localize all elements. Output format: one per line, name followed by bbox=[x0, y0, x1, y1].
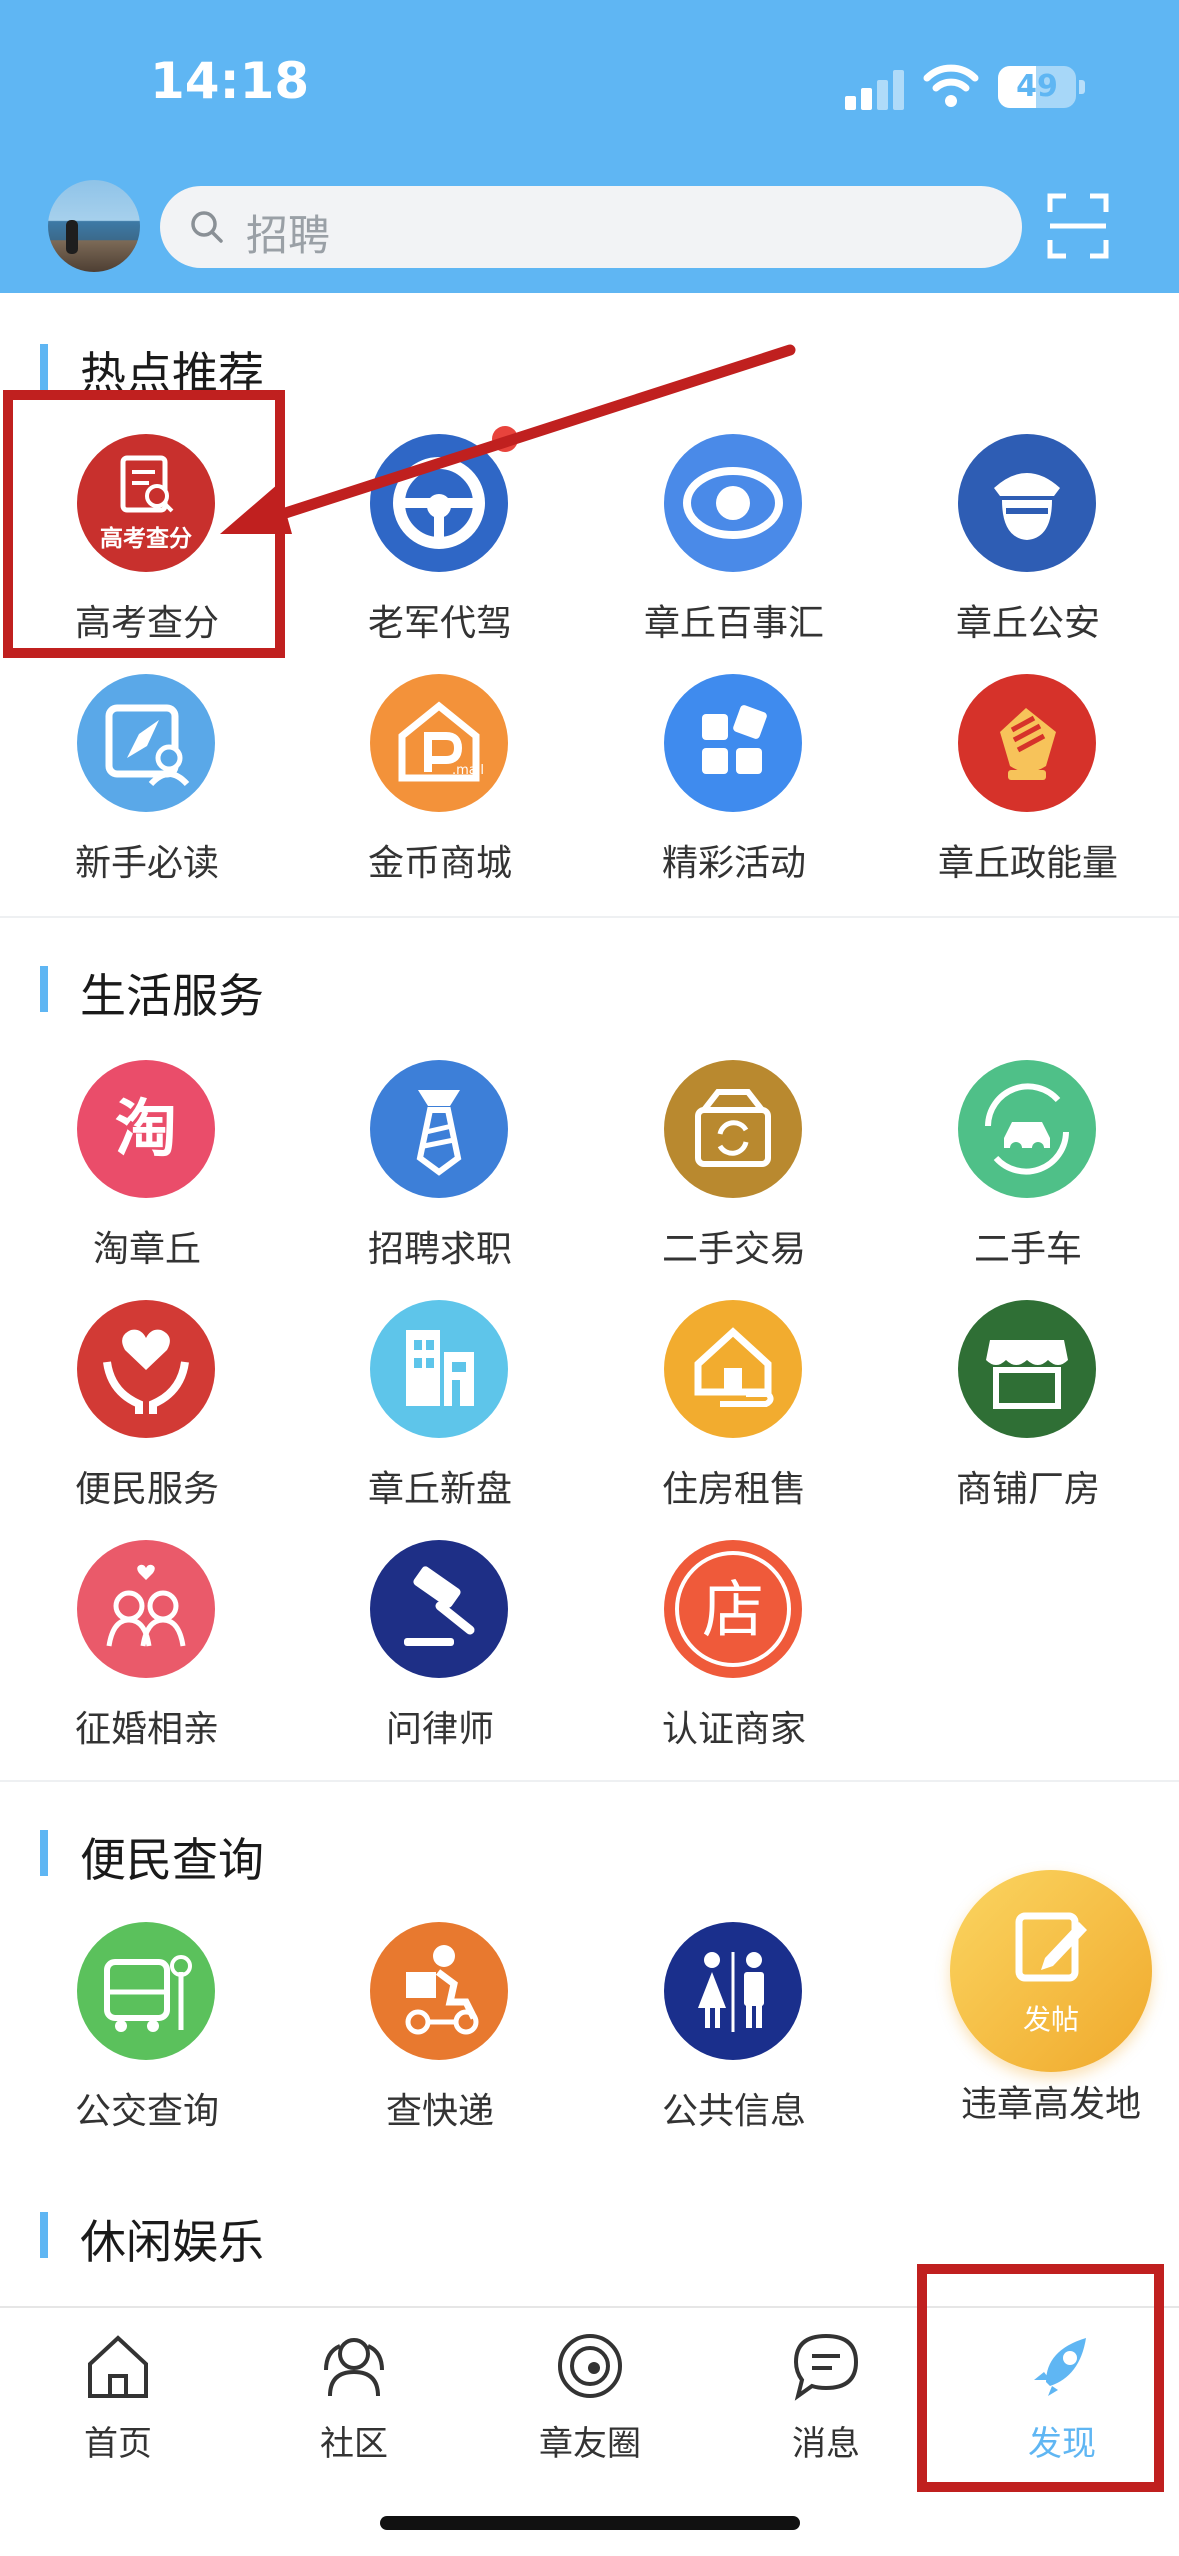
tile-public-info[interactable]: 公共信息 bbox=[614, 1922, 854, 2137]
tile-label: 二手车 bbox=[973, 1229, 1082, 1270]
search-placeholder: 招聘 bbox=[246, 211, 331, 260]
home-icon bbox=[88, 2335, 148, 2398]
tile-convenience[interactable]: 便民服务 bbox=[27, 1300, 267, 1515]
police-icon bbox=[958, 434, 1096, 572]
tile-driver-service[interactable]: 老军代驾 bbox=[320, 434, 560, 649]
tile-label: 认证商家 bbox=[661, 1709, 806, 1750]
couple-icon bbox=[77, 1540, 215, 1678]
tao-icon: 淘 bbox=[77, 1060, 215, 1198]
tile-label: 二手交易 bbox=[661, 1229, 806, 1270]
tile-express[interactable]: 查快递 bbox=[320, 1922, 560, 2137]
highlight-box bbox=[3, 390, 285, 658]
house-hand-icon bbox=[664, 1300, 802, 1438]
status-time: 14:18 bbox=[150, 52, 310, 110]
battery-level: 49 bbox=[1016, 69, 1058, 104]
tile-label: 招聘求职 bbox=[367, 1229, 512, 1270]
tile-housing[interactable]: 住房租售 bbox=[614, 1300, 854, 1515]
tile-label: 住房租售 bbox=[661, 1469, 806, 1510]
tile-label: 公共信息 bbox=[661, 2091, 806, 2132]
tile-matchmaking[interactable]: 征婚相亲 bbox=[27, 1540, 267, 1755]
svg-text:.mall: .mall bbox=[452, 763, 484, 778]
mall-icon: .mall bbox=[370, 674, 508, 812]
bus-icon bbox=[77, 1922, 215, 2060]
tile-label: 新手必读 bbox=[74, 843, 219, 884]
home-indicator bbox=[380, 2516, 800, 2530]
scan-icon[interactable] bbox=[1046, 190, 1110, 262]
tab-community[interactable]: 社区 bbox=[236, 2322, 472, 2482]
fist-icon bbox=[958, 674, 1096, 812]
courier-icon bbox=[370, 1922, 508, 2060]
edit-icon bbox=[1015, 1912, 1087, 1982]
eye-icon bbox=[664, 434, 802, 572]
svg-text:店: 店 bbox=[702, 1573, 764, 1646]
tile-label: 章丘百事汇 bbox=[643, 603, 824, 644]
restroom-icon bbox=[664, 1922, 802, 2060]
highlight-box bbox=[917, 2264, 1164, 2492]
community-icon bbox=[324, 2338, 384, 2397]
tie-icon bbox=[370, 1060, 508, 1198]
store-badge-icon: 店 bbox=[664, 1540, 802, 1678]
tab-friends-circle[interactable]: 章友圈 bbox=[472, 2322, 708, 2482]
gavel-icon bbox=[370, 1540, 508, 1678]
tile-tao[interactable]: 淘 淘章丘 bbox=[27, 1060, 267, 1275]
search-icon bbox=[191, 211, 223, 243]
cellular-signal-icon bbox=[845, 68, 905, 110]
tile-certified-merchant[interactable]: 店 认证商家 bbox=[614, 1540, 854, 1755]
tile-jobs[interactable]: 招聘求职 bbox=[320, 1060, 560, 1275]
tile-lawyer[interactable]: 问律师 bbox=[320, 1540, 560, 1755]
tile-new-homes[interactable]: 章丘新盘 bbox=[320, 1300, 560, 1515]
notification-dot bbox=[492, 426, 518, 452]
tile-label: 查快递 bbox=[385, 2091, 494, 2132]
post-button-label: 发帖 bbox=[1022, 2003, 1079, 2036]
tile-label: 征婚相亲 bbox=[74, 1709, 219, 1750]
tile-bus[interactable]: 公交查询 bbox=[27, 1922, 267, 2137]
tile-police[interactable]: 章丘公安 bbox=[908, 434, 1148, 649]
wifi-icon bbox=[923, 64, 979, 107]
tile-label-violation-hotspot[interactable]: 违章高发地 bbox=[920, 2075, 1179, 2127]
tile-label: 商铺厂房 bbox=[955, 1469, 1100, 1510]
tile-label: 公交查询 bbox=[74, 2091, 219, 2132]
tile-label: 章丘政能量 bbox=[937, 843, 1118, 884]
circle-icon bbox=[558, 2334, 622, 2398]
tile-label: 问律师 bbox=[385, 1709, 494, 1750]
tile-coin-mall[interactable]: .mall 金币商城 bbox=[320, 674, 560, 889]
tile-used-car[interactable]: 二手车 bbox=[908, 1060, 1148, 1275]
message-icon bbox=[793, 2333, 859, 2401]
tile-positive-energy[interactable]: 章丘政能量 bbox=[908, 674, 1148, 889]
svg-text:淘: 淘 bbox=[115, 1092, 177, 1165]
tile-label: 淘章丘 bbox=[92, 1229, 201, 1270]
battery-icon: 49 bbox=[998, 66, 1085, 108]
avatar[interactable] bbox=[48, 180, 140, 272]
tab-messages[interactable]: 消息 bbox=[708, 2322, 944, 2482]
tile-label: 金币商城 bbox=[367, 843, 512, 884]
heart-hands-icon bbox=[77, 1300, 215, 1438]
divider bbox=[0, 1780, 1179, 1782]
tile-shops[interactable]: 商铺厂房 bbox=[908, 1300, 1148, 1515]
tile-label: 章丘公安 bbox=[955, 603, 1100, 644]
search-input[interactable]: 招聘 bbox=[160, 186, 1022, 268]
tile-secondhand[interactable]: 二手交易 bbox=[614, 1060, 854, 1275]
tab-home[interactable]: 首页 bbox=[0, 2322, 236, 2482]
divider bbox=[0, 916, 1179, 918]
tile-label: 便民服务 bbox=[74, 1469, 219, 1510]
tile-label: 章丘新盘 bbox=[367, 1469, 512, 1510]
tile-beginner-guide[interactable]: 新手必读 bbox=[27, 674, 267, 889]
post-button[interactable]: 发帖 bbox=[950, 1870, 1152, 2072]
building-icon bbox=[370, 1300, 508, 1438]
tile-label: 精彩活动 bbox=[661, 843, 806, 884]
tile-baishihui[interactable]: 章丘百事汇 bbox=[614, 434, 854, 649]
top-header: 14:18 49 招聘 bbox=[0, 0, 1179, 293]
apps-icon bbox=[664, 674, 802, 812]
app-screen: { "status_bar": {"time": "14:18", "batte… bbox=[0, 0, 1179, 2556]
recycle-box-icon bbox=[664, 1060, 802, 1198]
tile-activities[interactable]: 精彩活动 bbox=[614, 674, 854, 889]
guide-icon bbox=[77, 674, 215, 812]
shop-icon bbox=[958, 1300, 1096, 1438]
steering-wheel-icon bbox=[370, 434, 508, 572]
car-cycle-icon bbox=[958, 1060, 1096, 1198]
tile-label: 老军代驾 bbox=[367, 603, 512, 644]
